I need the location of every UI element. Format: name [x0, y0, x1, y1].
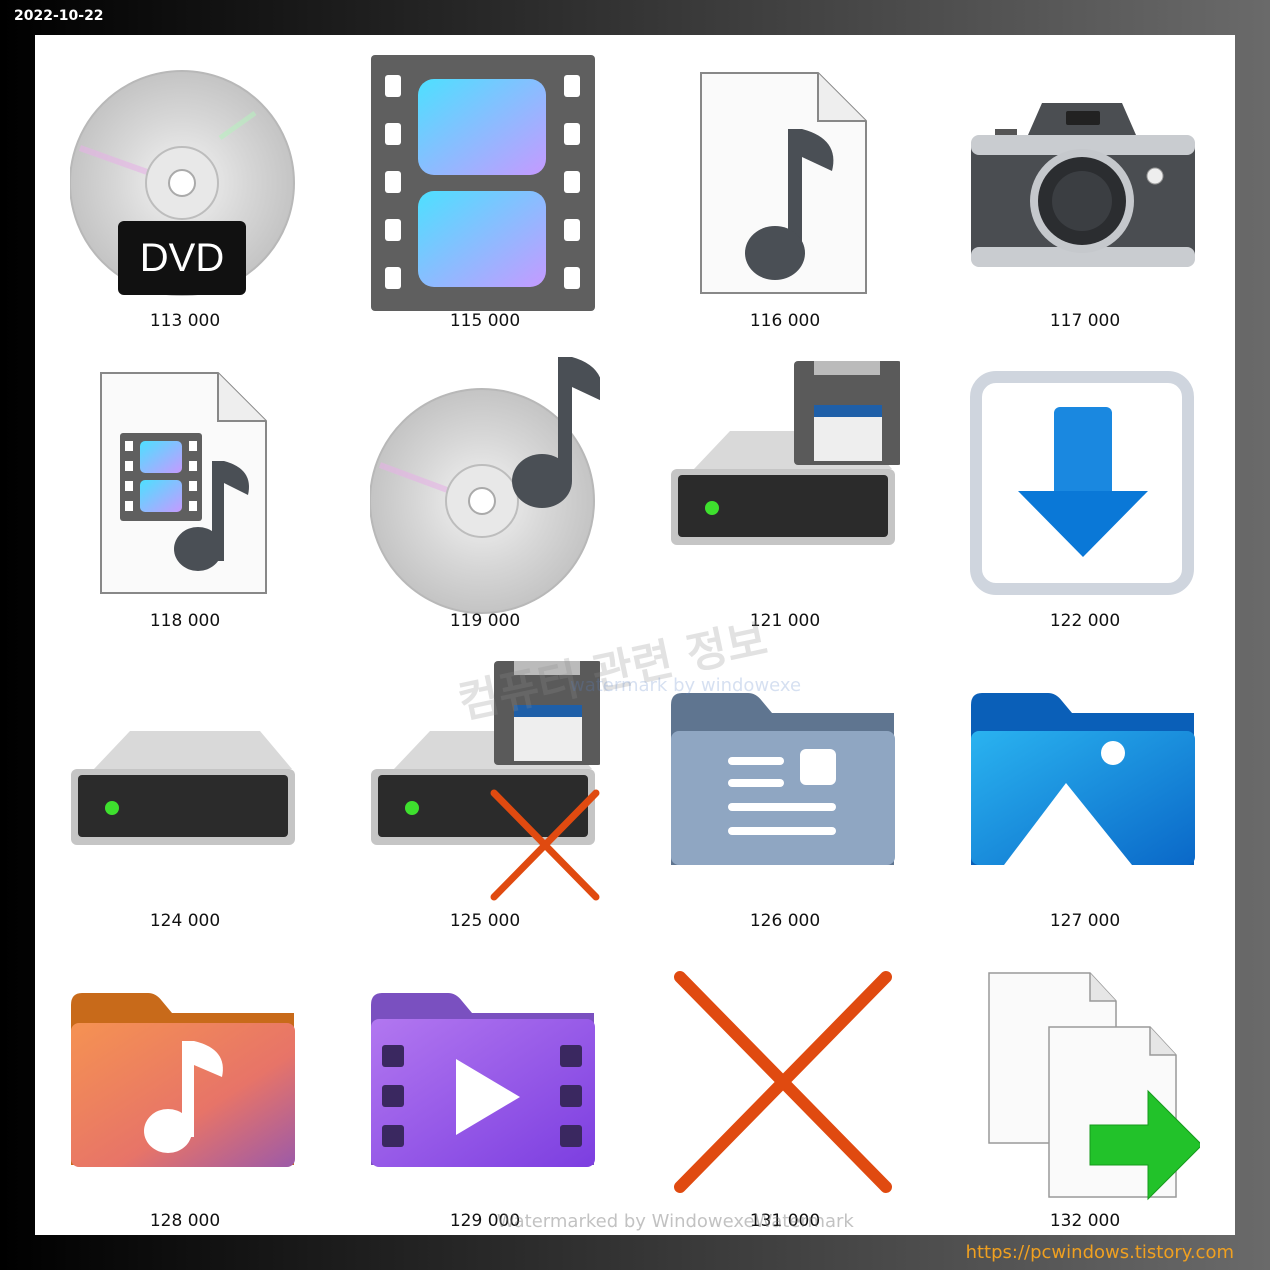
icon-label: 117 000 [1049, 311, 1121, 331]
dvd-badge-text: DVD [140, 236, 224, 280]
icon-cell[interactable]: 115 000 [335, 35, 635, 335]
icon-label: 127 000 [1049, 911, 1121, 931]
icon-label: 132 000 [1049, 1211, 1121, 1231]
hard-drive-icon [71, 731, 295, 845]
icon-cell[interactable]: 124 000 [35, 635, 335, 935]
copy-files-icon [988, 972, 1200, 1201]
icon-label: 118 000 [149, 611, 221, 631]
site-link[interactable]: https://pcwindows.tistory.com [966, 1242, 1234, 1263]
icon-cell[interactable]: 128 000 [35, 935, 335, 1235]
icon-cell[interactable]: 119 000 [335, 335, 635, 635]
icon-label: 124 000 [149, 911, 221, 931]
red-x-icon [674, 971, 892, 1193]
audio-file-icon [700, 72, 867, 294]
icon-cell[interactable]: 132 000 [935, 935, 1235, 1235]
icon-label: 119 000 [449, 611, 521, 631]
media-file-icon [100, 372, 267, 594]
icon-label: 116 000 [749, 311, 821, 331]
icon-label: 122 000 [1049, 611, 1121, 631]
music-cd-icon [370, 357, 600, 614]
film-strip-icon [371, 55, 595, 311]
icon-cell[interactable]: 121 000 [635, 335, 935, 635]
pictures-folder-icon [971, 693, 1195, 865]
icon-cell[interactable]: 118 000 [35, 335, 335, 635]
icon-label: 125 000 [449, 911, 521, 931]
icon-cell[interactable]: 117 000 [935, 35, 1235, 335]
icon-cell[interactable]: 122 000 [935, 335, 1235, 635]
icon-cell[interactable]: 131 000 [635, 935, 935, 1235]
watermark-bottom: Watermarked by WindowexeWatermark [497, 1211, 854, 1232]
icon-panel: DVD 113 000 115 000 116 000 117 000 118 … [35, 35, 1235, 1235]
icon-label: 115 000 [449, 311, 521, 331]
icon-label: 113 000 [149, 311, 221, 331]
icon-cell[interactable]: DVD 113 000 [35, 35, 335, 335]
icon-label: 126 000 [749, 911, 821, 931]
watermark-english: watermark by windowexe [570, 675, 802, 696]
floppy-drive-icon [671, 361, 900, 545]
icon-cell[interactable]: 129 000 [335, 935, 635, 1235]
music-folder-icon [71, 993, 295, 1167]
videos-folder-icon [371, 993, 595, 1167]
icon-label: 128 000 [149, 1211, 221, 1231]
download-arrow-icon [970, 371, 1194, 595]
dvd-disc-icon: DVD [70, 70, 295, 296]
date-stamp: 2022-10-22 [14, 8, 104, 24]
icon-cell[interactable]: 127 000 [935, 635, 1235, 935]
camera-icon [971, 103, 1195, 267]
icon-cell[interactable]: 116 000 [635, 35, 935, 335]
